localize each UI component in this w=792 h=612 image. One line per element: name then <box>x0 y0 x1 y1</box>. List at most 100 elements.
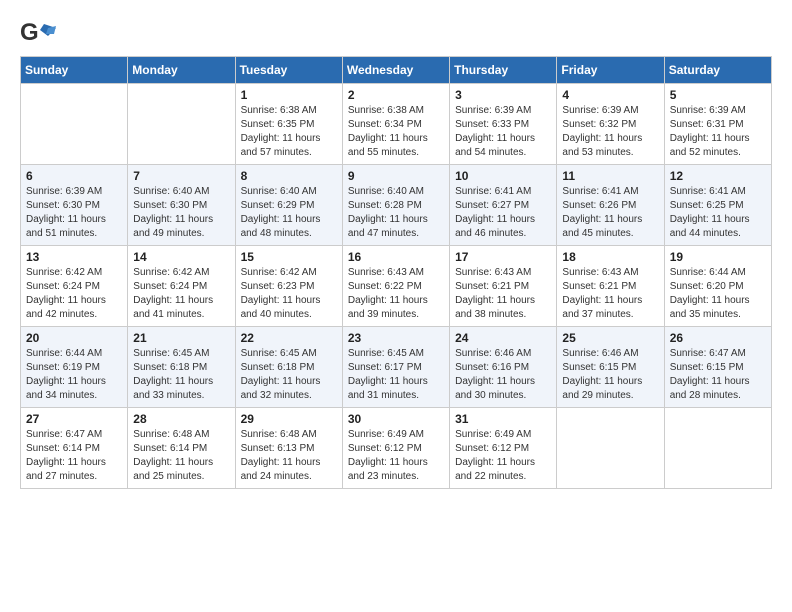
day-number: 12 <box>670 169 766 183</box>
day-number: 31 <box>455 412 551 426</box>
day-number: 7 <box>133 169 229 183</box>
calendar-cell: 16 Sunrise: 6:43 AMSunset: 6:22 PMDayligh… <box>342 246 449 327</box>
calendar-week-2: 6 Sunrise: 6:39 AMSunset: 6:30 PMDaylight… <box>21 165 772 246</box>
day-number: 14 <box>133 250 229 264</box>
day-info: Sunrise: 6:49 AMSunset: 6:12 PMDaylight:… <box>348 428 444 484</box>
day-info: Sunrise: 6:48 AMSunset: 6:13 PMDaylight:… <box>241 428 337 484</box>
day-number: 26 <box>670 331 766 345</box>
day-info: Sunrise: 6:42 AMSunset: 6:24 PMDaylight:… <box>26 266 122 322</box>
logo: G <box>20 20 62 48</box>
day-info: Sunrise: 6:46 AMSunset: 6:16 PMDaylight:… <box>455 347 551 403</box>
day-info: Sunrise: 6:38 AMSunset: 6:35 PMDaylight:… <box>241 104 337 160</box>
calendar-cell: 15 Sunrise: 6:42 AMSunset: 6:23 PMDayligh… <box>235 246 342 327</box>
day-number: 24 <box>455 331 551 345</box>
calendar-cell: 29 Sunrise: 6:48 AMSunset: 6:13 PMDayligh… <box>235 408 342 489</box>
day-info: Sunrise: 6:42 AMSunset: 6:23 PMDaylight:… <box>241 266 337 322</box>
day-info: Sunrise: 6:41 AMSunset: 6:27 PMDaylight:… <box>455 185 551 241</box>
calendar-header-sunday: Sunday <box>21 57 128 84</box>
calendar-cell: 18 Sunrise: 6:43 AMSunset: 6:21 PMDayligh… <box>557 246 664 327</box>
calendar-cell <box>664 408 771 489</box>
day-info: Sunrise: 6:39 AMSunset: 6:30 PMDaylight:… <box>26 185 122 241</box>
calendar-cell <box>128 84 235 165</box>
day-info: Sunrise: 6:47 AMSunset: 6:14 PMDaylight:… <box>26 428 122 484</box>
calendar-header-friday: Friday <box>557 57 664 84</box>
day-info: Sunrise: 6:41 AMSunset: 6:26 PMDaylight:… <box>562 185 658 241</box>
calendar-header-tuesday: Tuesday <box>235 57 342 84</box>
day-number: 23 <box>348 331 444 345</box>
day-number: 3 <box>455 88 551 102</box>
day-info: Sunrise: 6:47 AMSunset: 6:15 PMDaylight:… <box>670 347 766 403</box>
calendar-cell <box>557 408 664 489</box>
day-number: 18 <box>562 250 658 264</box>
day-info: Sunrise: 6:40 AMSunset: 6:30 PMDaylight:… <box>133 185 229 241</box>
day-number: 17 <box>455 250 551 264</box>
day-number: 9 <box>348 169 444 183</box>
day-number: 4 <box>562 88 658 102</box>
calendar-cell: 22 Sunrise: 6:45 AMSunset: 6:18 PMDayligh… <box>235 327 342 408</box>
day-number: 11 <box>562 169 658 183</box>
day-info: Sunrise: 6:43 AMSunset: 6:21 PMDaylight:… <box>562 266 658 322</box>
calendar-cell: 12 Sunrise: 6:41 AMSunset: 6:25 PMDayligh… <box>664 165 771 246</box>
calendar-table: SundayMondayTuesdayWednesdayThursdayFrid… <box>20 56 772 489</box>
day-number: 22 <box>241 331 337 345</box>
page-header: G <box>20 20 772 48</box>
day-number: 15 <box>241 250 337 264</box>
day-number: 29 <box>241 412 337 426</box>
calendar-header-saturday: Saturday <box>664 57 771 84</box>
calendar-cell: 27 Sunrise: 6:47 AMSunset: 6:14 PMDayligh… <box>21 408 128 489</box>
day-number: 10 <box>455 169 551 183</box>
day-number: 5 <box>670 88 766 102</box>
day-info: Sunrise: 6:41 AMSunset: 6:25 PMDaylight:… <box>670 185 766 241</box>
calendar-header-row: SundayMondayTuesdayWednesdayThursdayFrid… <box>21 57 772 84</box>
day-number: 16 <box>348 250 444 264</box>
day-info: Sunrise: 6:40 AMSunset: 6:29 PMDaylight:… <box>241 185 337 241</box>
day-info: Sunrise: 6:39 AMSunset: 6:33 PMDaylight:… <box>455 104 551 160</box>
calendar-cell: 5 Sunrise: 6:39 AMSunset: 6:31 PMDaylight… <box>664 84 771 165</box>
calendar-cell: 19 Sunrise: 6:44 AMSunset: 6:20 PMDayligh… <box>664 246 771 327</box>
calendar-cell: 4 Sunrise: 6:39 AMSunset: 6:32 PMDaylight… <box>557 84 664 165</box>
calendar-cell: 24 Sunrise: 6:46 AMSunset: 6:16 PMDayligh… <box>450 327 557 408</box>
calendar-cell: 9 Sunrise: 6:40 AMSunset: 6:28 PMDaylight… <box>342 165 449 246</box>
calendar-header-wednesday: Wednesday <box>342 57 449 84</box>
calendar-week-4: 20Sunrise: 6:44 AMSunset: 6:19 PMDayligh… <box>21 327 772 408</box>
calendar-header-monday: Monday <box>128 57 235 84</box>
calendar-cell: 3 Sunrise: 6:39 AMSunset: 6:33 PMDaylight… <box>450 84 557 165</box>
calendar-cell: 10 Sunrise: 6:41 AMSunset: 6:27 PMDayligh… <box>450 165 557 246</box>
day-info: Sunrise: 6:48 AMSunset: 6:14 PMDaylight:… <box>133 428 229 484</box>
day-info: Sunrise: 6:38 AMSunset: 6:34 PMDaylight:… <box>348 104 444 160</box>
calendar-cell: 28 Sunrise: 6:48 AMSunset: 6:14 PMDayligh… <box>128 408 235 489</box>
day-info: Sunrise: 6:40 AMSunset: 6:28 PMDaylight:… <box>348 185 444 241</box>
day-number: 13 <box>26 250 122 264</box>
calendar-cell: 31 Sunrise: 6:49 AMSunset: 6:12 PMDayligh… <box>450 408 557 489</box>
calendar-week-3: 13 Sunrise: 6:42 AMSunset: 6:24 PMDayligh… <box>21 246 772 327</box>
day-number: 1 <box>241 88 337 102</box>
calendar-week-1: 1 Sunrise: 6:38 AMSunset: 6:35 PMDaylight… <box>21 84 772 165</box>
day-number: 21 <box>133 331 229 345</box>
day-number: 2 <box>348 88 444 102</box>
calendar-cell: 1 Sunrise: 6:38 AMSunset: 6:35 PMDaylight… <box>235 84 342 165</box>
day-info: Sunrise: 6:39 AMSunset: 6:32 PMDaylight:… <box>562 104 658 160</box>
day-number: 20 <box>26 331 122 345</box>
calendar-cell <box>21 84 128 165</box>
day-info: Sunrise: 6:44 AMSunset: 6:20 PMDaylight:… <box>670 266 766 322</box>
day-number: 27 <box>26 412 122 426</box>
day-number: 8 <box>241 169 337 183</box>
day-number: 25 <box>562 331 658 345</box>
day-number: 6 <box>26 169 122 183</box>
calendar-cell: 23Sunrise: 6:45 AMSunset: 6:17 PMDayligh… <box>342 327 449 408</box>
day-number: 28 <box>133 412 229 426</box>
calendar-cell: 26 Sunrise: 6:47 AMSunset: 6:15 PMDayligh… <box>664 327 771 408</box>
day-info: Sunrise: 6:39 AMSunset: 6:31 PMDaylight:… <box>670 104 766 160</box>
calendar-cell: 30Sunrise: 6:49 AMSunset: 6:12 PMDayligh… <box>342 408 449 489</box>
day-info: Sunrise: 6:45 AMSunset: 6:18 PMDaylight:… <box>241 347 337 403</box>
calendar-header-thursday: Thursday <box>450 57 557 84</box>
day-info: Sunrise: 6:49 AMSunset: 6:12 PMDaylight:… <box>455 428 551 484</box>
calendar-cell: 13 Sunrise: 6:42 AMSunset: 6:24 PMDayligh… <box>21 246 128 327</box>
day-info: Sunrise: 6:42 AMSunset: 6:24 PMDaylight:… <box>133 266 229 322</box>
day-number: 19 <box>670 250 766 264</box>
calendar-cell: 17Sunrise: 6:43 AMSunset: 6:21 PMDayligh… <box>450 246 557 327</box>
calendar-cell: 25Sunrise: 6:46 AMSunset: 6:15 PMDayligh… <box>557 327 664 408</box>
calendar-cell: 20Sunrise: 6:44 AMSunset: 6:19 PMDayligh… <box>21 327 128 408</box>
day-info: Sunrise: 6:43 AMSunset: 6:22 PMDaylight:… <box>348 266 444 322</box>
day-info: Sunrise: 6:45 AMSunset: 6:18 PMDaylight:… <box>133 347 229 403</box>
